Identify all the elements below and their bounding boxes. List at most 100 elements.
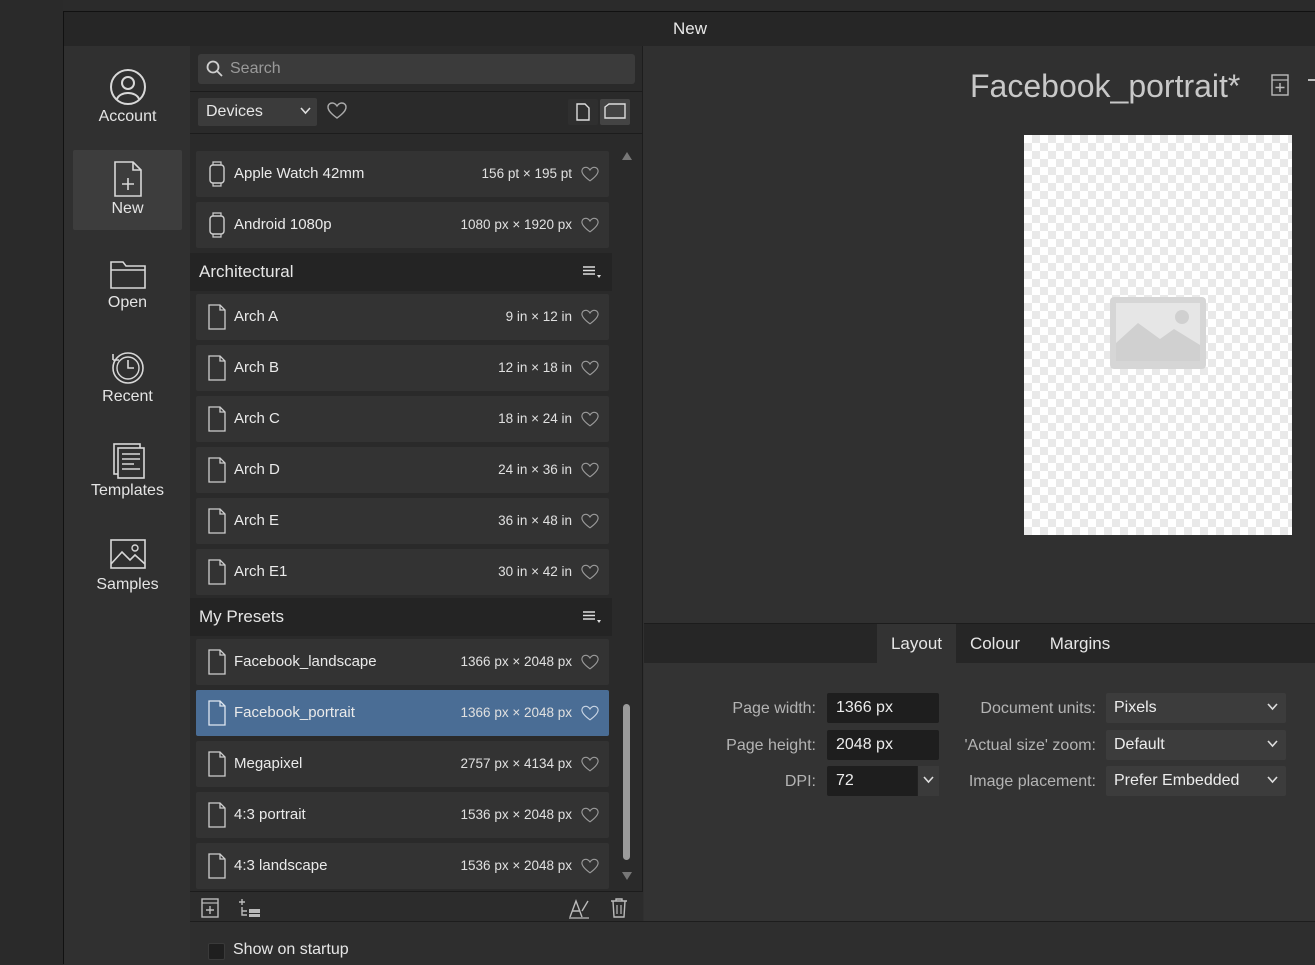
category-menu-icon[interactable] xyxy=(582,265,602,279)
preset-row[interactable]: 4:3 landscape 1536 px × 2048 px xyxy=(196,843,609,889)
scroll-down-arrow-icon[interactable] xyxy=(622,872,632,880)
preset-row-selected[interactable]: Facebook_portrait 1366 px × 2048 px xyxy=(196,690,609,736)
trash-icon[interactable] xyxy=(610,897,628,919)
nav-samples[interactable]: Samples xyxy=(73,526,182,606)
category-dropdown-value: Devices xyxy=(206,103,263,120)
preset-row[interactable]: Megapixel 2757 px × 4134 px xyxy=(196,741,609,787)
preset-name: Facebook_portrait xyxy=(234,704,355,721)
search-input[interactable] xyxy=(230,57,620,81)
preset-name: Android 1080p xyxy=(234,216,332,233)
tab-margins[interactable]: Margins xyxy=(1034,624,1126,664)
preset-list-scrollbar[interactable] xyxy=(619,146,635,891)
overflow-menu-icon[interactable] xyxy=(1308,79,1315,81)
category-dropdown[interactable]: Devices xyxy=(198,98,317,126)
add-category-icon[interactable] xyxy=(238,897,262,919)
chevron-down-icon xyxy=(1267,776,1278,784)
search-box[interactable] xyxy=(198,54,635,84)
landscape-orientation-button[interactable] xyxy=(600,99,630,125)
add-preset-icon[interactable] xyxy=(200,897,220,919)
preset-size: 1536 px × 2048 px xyxy=(460,807,572,822)
preset-row[interactable]: Facebook_landscape 1366 px × 2048 px xyxy=(196,639,609,685)
new-document-dialog: New Account New Open Recent Templates Sa… xyxy=(63,11,1315,965)
preset-size: 1366 px × 2048 px xyxy=(460,654,572,669)
favorites-filter-heart-icon[interactable] xyxy=(327,102,347,120)
preset-row[interactable]: Arch E1 30 in × 42 in xyxy=(196,549,609,595)
dpi-field[interactable]: 72 xyxy=(827,766,939,796)
preset-row[interactable]: Arch A 9 in × 12 in xyxy=(196,294,609,340)
nav-recent[interactable]: Recent xyxy=(73,338,182,418)
desktop-background xyxy=(0,0,63,964)
preset-row[interactable]: Arch B 12 in × 18 in xyxy=(196,345,609,391)
nav-open-label: Open xyxy=(107,294,148,311)
preset-row[interactable]: Arch C 18 in × 24 in xyxy=(196,396,609,442)
nav-open[interactable]: Open xyxy=(73,244,182,324)
tab-layout[interactable]: Layout xyxy=(877,624,956,664)
page-width-field[interactable]: 1366 px xyxy=(827,693,939,723)
preset-name: Arch E xyxy=(234,512,280,529)
favorite-heart-icon[interactable] xyxy=(581,462,599,479)
preset-row[interactable]: Arch D 24 in × 36 in xyxy=(196,447,609,493)
show-on-startup-checkbox[interactable] xyxy=(208,943,225,960)
image-placement-label: Image placement: xyxy=(968,773,1096,790)
preset-name: Arch B xyxy=(234,359,280,376)
category-header-my-presets[interactable]: My Presets xyxy=(190,598,612,636)
preset-list: Apple Watch 42mm 156 pt × 195 pt Android… xyxy=(190,146,618,891)
favorite-heart-icon[interactable] xyxy=(581,705,599,722)
preset-size: 1536 px × 2048 px xyxy=(460,858,572,873)
favorite-heart-icon[interactable] xyxy=(581,217,599,234)
preset-panel: Devices Apple Watch 42mm 156 pt × 195 pt… xyxy=(190,46,643,921)
templates-icon xyxy=(112,443,145,479)
nav-recent-label: Recent xyxy=(102,388,153,405)
nav-account[interactable]: Account xyxy=(73,58,182,138)
document-icon xyxy=(208,406,226,432)
document-icon xyxy=(208,853,226,879)
rename-icon[interactable] xyxy=(568,897,590,919)
dpi-label: DPI: xyxy=(784,773,816,790)
actual-size-zoom-select[interactable]: Default xyxy=(1106,730,1286,760)
account-icon xyxy=(109,69,146,105)
nav-new[interactable]: New xyxy=(73,150,182,230)
document-icon xyxy=(208,559,226,585)
preset-size: 30 in × 42 in xyxy=(498,564,572,579)
document-units-value: Pixels xyxy=(1114,699,1157,716)
category-header-architectural[interactable]: Architectural xyxy=(190,253,612,291)
favorite-heart-icon[interactable] xyxy=(581,513,599,530)
preset-name: Arch D xyxy=(234,461,280,478)
folder-icon xyxy=(109,261,146,289)
favorite-heart-icon[interactable] xyxy=(581,411,599,428)
save-preset-icon[interactable] xyxy=(1270,73,1290,97)
show-on-startup-label[interactable]: Show on startup xyxy=(233,941,349,959)
favorite-heart-icon[interactable] xyxy=(581,756,599,773)
category-menu-icon[interactable] xyxy=(582,610,602,624)
scrollbar-thumb[interactable] xyxy=(623,704,630,860)
favorite-heart-icon[interactable] xyxy=(581,166,599,183)
favorite-heart-icon[interactable] xyxy=(581,309,599,326)
preset-row[interactable]: Android 1080p 1080 px × 1920 px xyxy=(196,202,609,248)
favorite-heart-icon[interactable] xyxy=(581,654,599,671)
portrait-orientation-button[interactable] xyxy=(568,99,598,125)
preset-row[interactable]: Apple Watch 42mm 156 pt × 195 pt xyxy=(196,151,609,197)
preset-name: Facebook_landscape xyxy=(234,653,377,670)
dpi-dropdown-button[interactable] xyxy=(917,766,939,796)
preset-row[interactable]: Arch E 36 in × 48 in xyxy=(196,498,609,544)
page-width-label: Page width: xyxy=(732,700,816,717)
favorite-heart-icon[interactable] xyxy=(581,858,599,875)
nav-templates-label: Templates xyxy=(91,482,164,499)
tab-colour[interactable]: Colour xyxy=(956,624,1034,664)
preset-size: 9 in × 12 in xyxy=(505,309,572,324)
document-units-select[interactable]: Pixels xyxy=(1106,693,1286,723)
scroll-up-arrow-icon[interactable] xyxy=(622,152,632,160)
image-placement-select[interactable]: Prefer Embedded xyxy=(1106,766,1286,796)
chevron-down-icon xyxy=(1267,740,1278,748)
preset-row[interactable]: 4:3 portrait 1536 px × 2048 px xyxy=(196,792,609,838)
favorite-heart-icon[interactable] xyxy=(581,807,599,824)
favorite-heart-icon[interactable] xyxy=(581,360,599,377)
category-title: My Presets xyxy=(199,607,285,626)
category-title: Architectural xyxy=(199,262,294,281)
document-settings-area: Facebook_portrait* Layout Colour Margins… xyxy=(644,46,1315,921)
page-height-field[interactable]: 2048 px xyxy=(827,730,939,760)
document-icon xyxy=(208,751,226,777)
favorite-heart-icon[interactable] xyxy=(581,564,599,581)
document-icon xyxy=(208,355,226,381)
nav-templates[interactable]: Templates xyxy=(73,432,182,512)
